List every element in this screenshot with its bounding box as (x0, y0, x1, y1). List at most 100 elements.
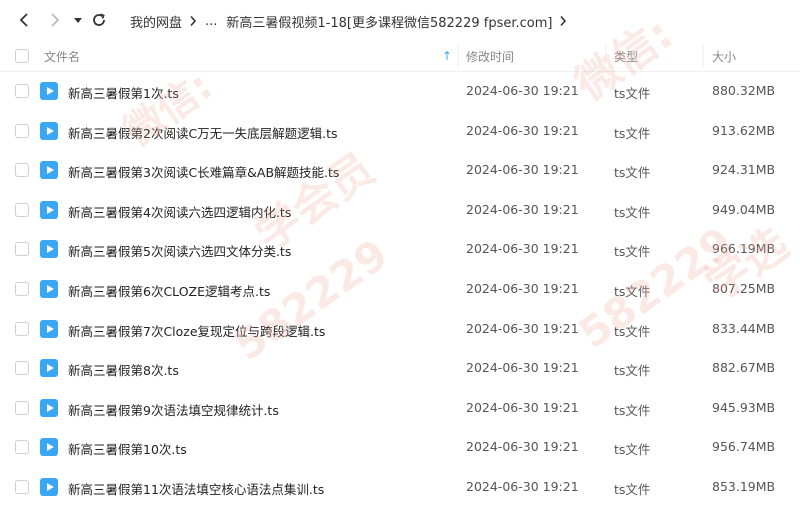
file-modified: 2024-06-30 19:21 (466, 399, 579, 415)
file-name[interactable]: 新高三暑假第10次.ts (68, 439, 187, 458)
file-modified: 2024-06-30 19:21 (466, 201, 579, 217)
row-checkbox[interactable] (15, 202, 29, 217)
video-file-icon (40, 200, 58, 219)
column-type-label: 类型 (614, 49, 639, 64)
file-size: 949.04MB (712, 201, 776, 217)
breadcrumb: 我的网盘 ... 新高三暑假视频1-18[更多课程微信582229 fpser.… (130, 11, 575, 31)
file-row[interactable]: 新高三暑假第8次.ts 2024-06-30 19:21 ts文件 882.67… (0, 349, 800, 389)
file-name[interactable]: 新高三暑假第5次阅读六选四文体分类.ts (68, 241, 291, 260)
column-divider[interactable] (458, 44, 459, 68)
chevron-right-icon (51, 13, 60, 27)
file-row[interactable]: 新高三暑假第4次阅读六选四逻辑内化.ts 2024-06-30 19:21 ts… (0, 191, 800, 231)
video-file-icon (40, 240, 58, 259)
file-name[interactable]: 新高三暑假第4次阅读六选四逻辑内化.ts (68, 202, 291, 221)
breadcrumb-ellipsis[interactable]: ... (205, 14, 217, 29)
row-checkbox[interactable] (15, 84, 29, 98)
column-divider[interactable] (703, 44, 704, 68)
file-size: 853.19MB (712, 478, 776, 494)
file-type: ts文件 (614, 442, 651, 458)
file-type: ts文件 (614, 204, 651, 220)
row-checkbox[interactable] (15, 440, 29, 455)
column-header-name[interactable]: 文件名 ↑ (44, 40, 454, 72)
file-size: 945.93MB (712, 399, 776, 415)
video-file-icon (40, 477, 58, 496)
file-name[interactable]: 新高三暑假第9次语法填空规律统计.ts (68, 400, 279, 419)
file-name[interactable]: 新高三暑假第7次Cloze复现定位与跨段逻辑.ts (68, 321, 325, 340)
file-size: 913.62MB (712, 122, 776, 138)
file-row[interactable]: 新高三暑假第10次.ts 2024-06-30 19:21 ts文件 956.7… (0, 428, 800, 468)
file-name[interactable]: 新高三暑假第1次.ts (68, 83, 179, 102)
breadcrumb-current[interactable]: 新高三暑假视频1-18[更多课程微信582229 fpser.com] (226, 12, 552, 31)
file-row[interactable]: 新高三暑假第9次语法填空规律统计.ts 2024-06-30 19:21 ts文… (0, 389, 800, 429)
file-type: ts文件 (614, 363, 651, 379)
column-header-size[interactable]: 大小 (712, 40, 736, 72)
file-size: 966.19MB (712, 241, 776, 257)
video-file-icon (40, 121, 58, 140)
video-file-icon (40, 438, 58, 457)
file-type: ts文件 (614, 323, 651, 339)
file-name[interactable]: 新高三暑假第2次阅读C万无一失底层解题逻辑.ts (68, 123, 338, 142)
file-row[interactable]: 新高三暑假第7次Cloze复现定位与跨段逻辑.ts 2024-06-30 19:… (0, 310, 800, 350)
row-checkbox[interactable] (15, 479, 29, 494)
file-name[interactable]: 新高三暑假第11次语法填空核心语法点集训.ts (68, 479, 324, 498)
video-file-icon (40, 82, 58, 100)
back-button[interactable] (12, 8, 36, 32)
breadcrumb-separator-icon (559, 15, 567, 27)
row-checkbox[interactable] (15, 361, 29, 376)
toolbar: 我的网盘 ... 新高三暑假视频1-18[更多课程微信582229 fpser.… (0, 0, 800, 40)
file-modified: 2024-06-30 19:21 (466, 280, 579, 296)
file-type: ts文件 (614, 481, 651, 497)
row-checkbox[interactable] (15, 281, 29, 296)
row-checkbox[interactable] (15, 123, 29, 138)
file-type: ts文件 (614, 402, 651, 418)
file-size: 807.25MB (712, 280, 776, 296)
refresh-icon (93, 13, 105, 26)
file-size: 833.44MB (712, 320, 776, 336)
file-size: 880.32MB (712, 83, 776, 98)
file-name[interactable]: 新高三暑假第8次.ts (68, 360, 179, 379)
column-modified-label: 修改时间 (466, 49, 515, 64)
file-size: 882.67MB (712, 360, 776, 376)
column-name-label: 文件名 (44, 49, 81, 64)
file-type: ts文件 (614, 283, 651, 299)
video-file-icon (40, 279, 58, 298)
file-modified: 2024-06-30 19:21 (466, 122, 579, 138)
file-size: 956.74MB (712, 439, 776, 455)
file-modified: 2024-06-30 19:21 (466, 241, 579, 257)
file-row[interactable]: 新高三暑假第3次阅读C长难篇章&AB解题技能.ts 2024-06-30 19:… (0, 151, 800, 191)
row-checkbox[interactable] (15, 242, 29, 257)
forward-button[interactable] (43, 8, 67, 32)
file-type: ts文件 (614, 244, 651, 260)
file-modified: 2024-06-30 19:21 (466, 478, 579, 494)
column-header-modified[interactable]: 修改时间 (466, 40, 514, 72)
row-checkbox[interactable] (15, 400, 29, 415)
column-header-type[interactable]: 类型 (614, 40, 638, 72)
file-type: ts文件 (614, 125, 651, 141)
refresh-button[interactable] (87, 8, 111, 32)
file-row[interactable]: 新高三暑假第5次阅读六选四文体分类.ts 2024-06-30 19:21 ts… (0, 230, 800, 270)
file-list: 新高三暑假第1次.ts 2024-06-30 19:21 ts文件 880.32… (0, 72, 800, 508)
file-size: 924.31MB (712, 162, 776, 178)
file-name[interactable]: 新高三暑假第3次阅读C长难篇章&AB解题技能.ts (68, 162, 339, 181)
file-row[interactable]: 新高三暑假第2次阅读C万无一失底层解题逻辑.ts 2024-06-30 19:2… (0, 112, 800, 152)
caret-down-icon (74, 18, 82, 23)
row-checkbox[interactable] (15, 163, 29, 178)
file-modified: 2024-06-30 19:21 (466, 162, 579, 178)
file-row[interactable]: 新高三暑假第6次CLOZE逻辑考点.ts 2024-06-30 19:21 ts… (0, 270, 800, 310)
file-list-header: 文件名 ↑ 修改时间 类型 大小 (0, 40, 800, 72)
file-type: ts文件 (614, 165, 651, 181)
breadcrumb-root[interactable]: 我的网盘 (130, 12, 182, 31)
file-type: ts文件 (614, 86, 651, 101)
select-all-checkbox[interactable] (15, 49, 29, 63)
row-checkbox[interactable] (15, 321, 29, 336)
file-row[interactable]: 新高三暑假第1次.ts 2024-06-30 19:21 ts文件 880.32… (0, 72, 800, 112)
file-row[interactable]: 新高三暑假第11次语法填空核心语法点集训.ts 2024-06-30 19:21… (0, 468, 800, 508)
sort-ascending-icon: ↑ (441, 49, 452, 63)
column-divider[interactable] (605, 44, 606, 68)
video-file-icon (40, 359, 58, 378)
file-modified: 2024-06-30 19:21 (466, 83, 579, 98)
video-file-icon (40, 319, 58, 338)
file-name[interactable]: 新高三暑假第6次CLOZE逻辑考点.ts (68, 281, 270, 300)
breadcrumb-separator-icon (189, 15, 197, 27)
file-modified: 2024-06-30 19:21 (466, 320, 579, 336)
